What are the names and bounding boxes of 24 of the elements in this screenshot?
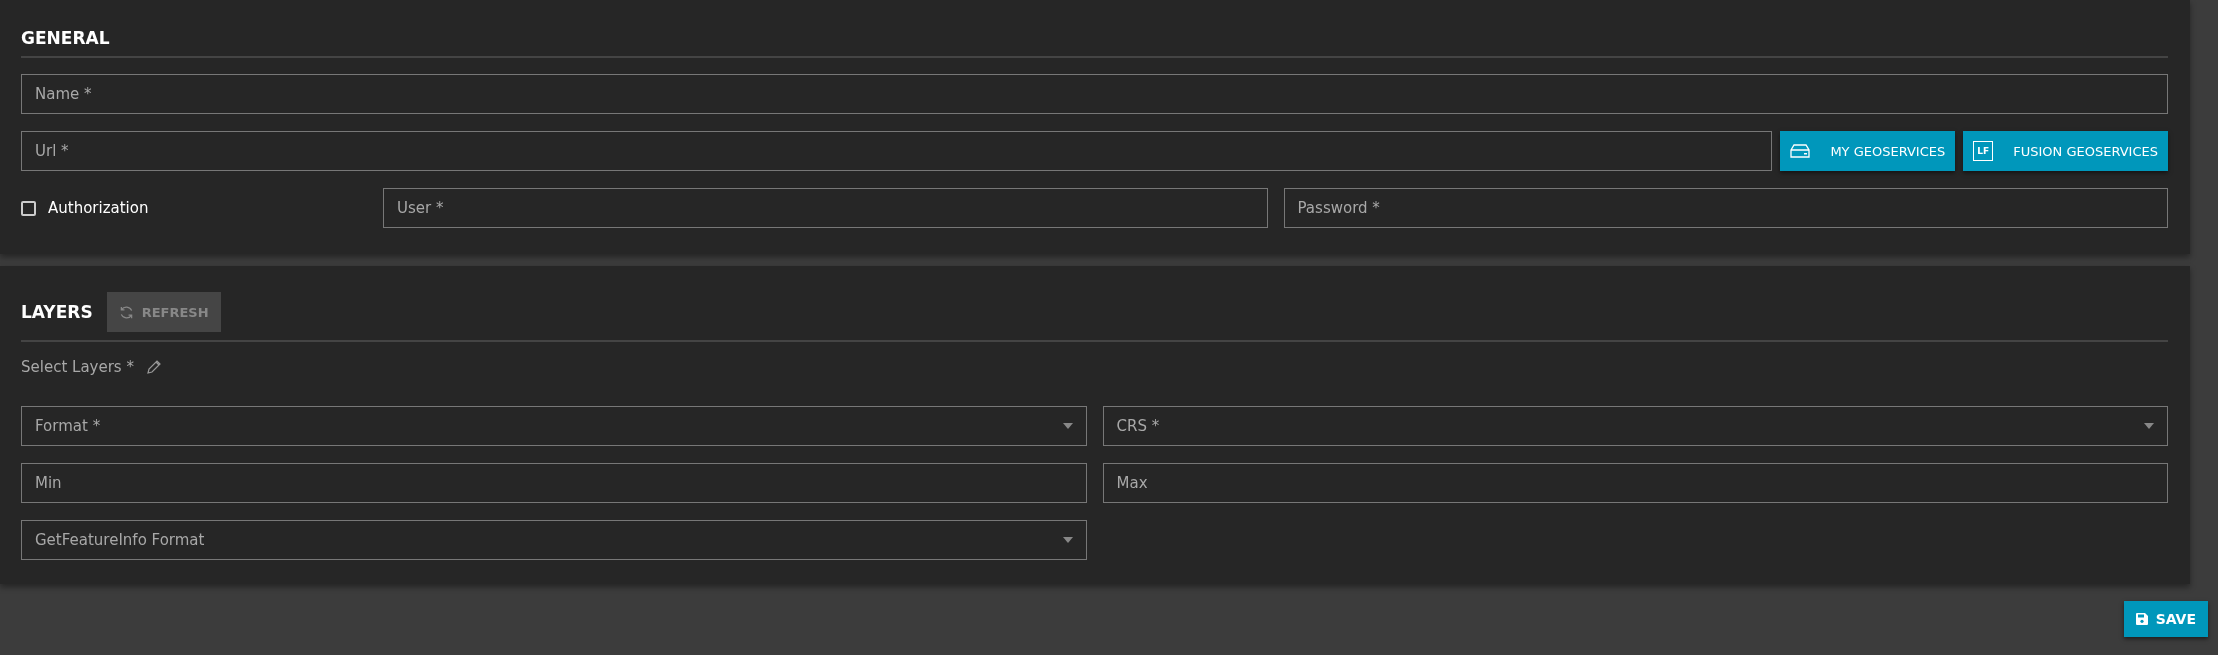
dropdown-caret-icon [1062,423,1073,429]
refresh-icon [118,304,134,320]
geoservices-button[interactable]: MY GEOSERVICES [1780,131,1956,171]
select-field[interactable]: CRS * [1102,406,2168,446]
checkbox[interactable] [21,200,36,216]
checkbox-label: Authorization [48,199,149,217]
input-field[interactable]: User * [383,188,1268,228]
input-field[interactable]: Max [1102,463,2168,503]
select-field[interactable]: Format * [21,406,1087,446]
input-field[interactable]: Password * [1283,188,2168,228]
save-button[interactable]: SAVE [2123,601,2208,637]
input-field[interactable]: Name * [21,74,2168,114]
dropdown-caret-icon [2144,423,2154,429]
logo-icon: LF [1973,141,1994,161]
geoservices-button[interactable]: LF FUSION GEOSERVICES [1963,131,2168,171]
select-layers-label: Select Layers * [21,358,134,376]
input-field[interactable]: Url * [21,131,1773,171]
select-field[interactable]: GetFeatureInfo Format [21,520,1087,560]
section-title: LAYERS [21,302,93,322]
input-field[interactable]: Min [21,463,1087,503]
drive-icon [1790,144,1811,158]
pencil-icon[interactable] [145,359,162,375]
dropdown-caret-icon [1062,537,1073,543]
section-title: GENERAL [21,28,110,48]
